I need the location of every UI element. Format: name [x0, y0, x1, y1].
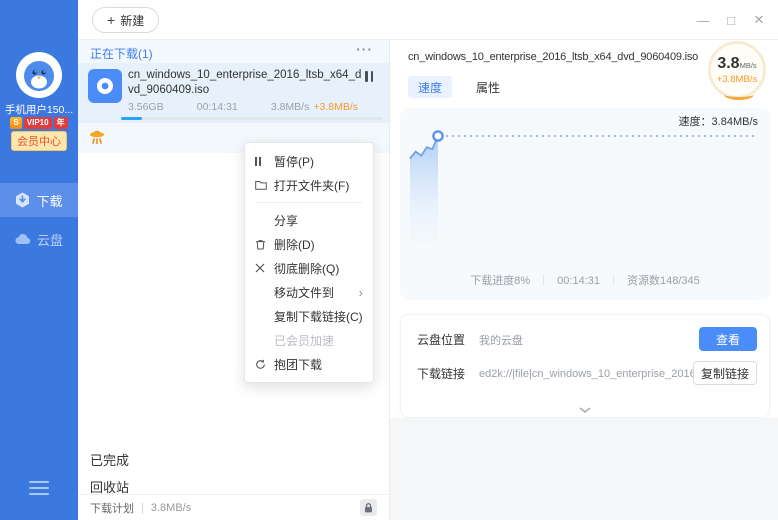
pause-icon	[255, 157, 274, 166]
download-hexagon-icon	[15, 192, 30, 208]
sidebar-item-cloud[interactable]: 云盘	[0, 222, 78, 256]
menu-divider	[255, 202, 363, 203]
download-plan-bar[interactable]: 下载计划 | 3.8MB/s	[78, 494, 389, 520]
iso-file-icon	[88, 69, 122, 103]
group-header: 正在下载(1) ···	[78, 40, 389, 63]
speed-boost: +3.8MB/s	[717, 74, 757, 85]
detail-panel: cn_windows_10_enterprise_2016_ltsb_x64_d…	[390, 40, 778, 520]
minimize-button[interactable]: —	[696, 13, 710, 28]
lock-icon[interactable]	[360, 499, 377, 516]
download-filename: cn_windows_10_enterprise_2016_ltsb_x64_d…	[128, 68, 366, 98]
vip-badges: S VIP10 年	[0, 117, 78, 129]
cloud-location-label: 云盘位置	[417, 331, 465, 348]
bird-mascot-icon	[19, 55, 59, 95]
download-stats: 3.56GB 00:14:31 3.8MB/s+3.8MB/s	[128, 101, 384, 113]
context-menu: 暂停(P) 打开文件夹(F) 分享 删除(D) 彻底删除(Q)	[244, 142, 374, 383]
detail-filename: cn_windows_10_enterprise_2016_ltsb_x64_d…	[408, 51, 704, 63]
speed-chart-svg	[400, 120, 770, 260]
maximize-button[interactable]: □	[724, 13, 738, 28]
pause-icon[interactable]	[365, 71, 377, 83]
chevron-down-icon[interactable]	[401, 407, 769, 413]
new-task-label: 新建	[120, 12, 144, 29]
view-button[interactable]: 查看	[699, 327, 757, 351]
menu-item-member-accelerated: 已会员加速	[245, 328, 373, 352]
download-item-row[interactable]: cn_windows_10_enterprise_2016_ltsb_x64_d…	[78, 63, 389, 123]
top-bar: + 新建 — □ ✕	[78, 0, 778, 40]
speed-group: 3.8MB/s+3.8MB/s	[271, 101, 358, 113]
detail-tabs: 速度 属性	[408, 76, 500, 98]
sidebar-item-label: 云盘	[37, 230, 63, 249]
chart-status-bar: 下载进度8%｜00:14:31｜资源数148/345	[400, 272, 770, 288]
folder-icon	[255, 180, 274, 190]
cloud-location-value: 我的云盘	[479, 332, 523, 348]
menu-item-pause[interactable]: 暂停(P)	[245, 149, 373, 173]
download-link-value: ed2k://|file|cn_windows_10_enterprise_20…	[479, 368, 707, 380]
sidebar-item-label: 下载	[36, 191, 62, 210]
user-avatar[interactable]	[16, 52, 62, 98]
cloud-icon	[15, 233, 31, 245]
menu-item-open-folder[interactable]: 打开文件夹(F)	[245, 173, 373, 197]
sidebar-item-download[interactable]: 下载	[0, 183, 78, 217]
close-button[interactable]: ✕	[752, 12, 766, 28]
speed-badge: 3.8MB/s +3.8MB/s	[708, 41, 766, 99]
tab-properties[interactable]: 属性	[476, 76, 500, 98]
trash-icon	[255, 239, 274, 250]
submenu-arrow-icon: ›	[359, 285, 363, 300]
speed-value: 3.8	[717, 55, 739, 72]
cloud-info-card: 云盘位置 我的云盘 查看 下载链接 ed2k://|file|cn_window…	[400, 314, 770, 418]
ufo-promo-icon[interactable]	[86, 126, 108, 151]
download-speed: 3.8MB/s	[271, 101, 310, 113]
plan-speed: 3.8MB/s	[151, 502, 191, 514]
speed-chart-card: 速度：3.84MB/s 下载进度8%｜00:14:31｜资源数148/345	[400, 108, 770, 300]
plan-divider: |	[141, 502, 144, 514]
status-progress: 下载进度8%	[470, 275, 530, 287]
progress-bar	[121, 117, 383, 120]
menu-item-share[interactable]: 分享	[245, 208, 373, 232]
year-badge: 年	[54, 117, 68, 129]
chart-marker	[433, 131, 442, 140]
file-size: 3.56GB	[128, 101, 164, 113]
more-options-icon[interactable]: ···	[356, 41, 373, 57]
window-controls: — □ ✕	[696, 0, 766, 40]
menu-item-delete[interactable]: 删除(D)	[245, 232, 373, 256]
refresh-circle-icon	[255, 359, 274, 370]
progress-fill	[121, 117, 142, 120]
menu-item-delete-completely[interactable]: 彻底删除(Q)	[245, 256, 373, 280]
app-window: 手机用户150... S VIP10 年 会员中心 下载 云盘 + 新建	[0, 0, 778, 520]
username: 手机用户150...	[0, 102, 78, 117]
tab-speed[interactable]: 速度	[408, 76, 452, 98]
sidebar: 手机用户150... S VIP10 年 会员中心 下载 云盘	[0, 0, 78, 520]
sidebar-item-completed[interactable]: 已完成	[90, 450, 129, 469]
group-title: 正在下载(1)	[90, 45, 153, 62]
menu-item-copy-link[interactable]: 复制下载链接(C)	[245, 304, 373, 328]
menu-item-group-download[interactable]: 抱团下载	[245, 352, 373, 376]
copy-link-button[interactable]: 复制链接	[693, 361, 757, 385]
detail-footer-area	[390, 418, 778, 520]
plus-icon: +	[107, 12, 115, 28]
vip-level-badge: VIP10	[24, 117, 52, 129]
downloading-group: 正在下载(1) ··· cn_windows_10_enterprise_201…	[78, 40, 389, 153]
member-center-button[interactable]: 会员中心	[11, 131, 67, 151]
boost-speed: +3.8MB/s	[313, 101, 358, 113]
new-task-button[interactable]: + 新建	[92, 7, 159, 33]
x-icon	[255, 263, 274, 273]
plan-label: 下载计划	[90, 500, 134, 516]
speed-unit: MB/s	[740, 61, 757, 70]
time-remaining: 00:14:31	[197, 101, 238, 113]
super-vip-badge: S	[10, 117, 21, 129]
menu-item-move-to[interactable]: 移动文件到 ›	[245, 280, 373, 304]
download-link-label: 下载链接	[417, 365, 465, 382]
sidebar-menu-button[interactable]	[29, 481, 49, 495]
status-resources: 资源数148/345	[627, 275, 700, 287]
status-time: 00:14:31	[557, 275, 600, 287]
